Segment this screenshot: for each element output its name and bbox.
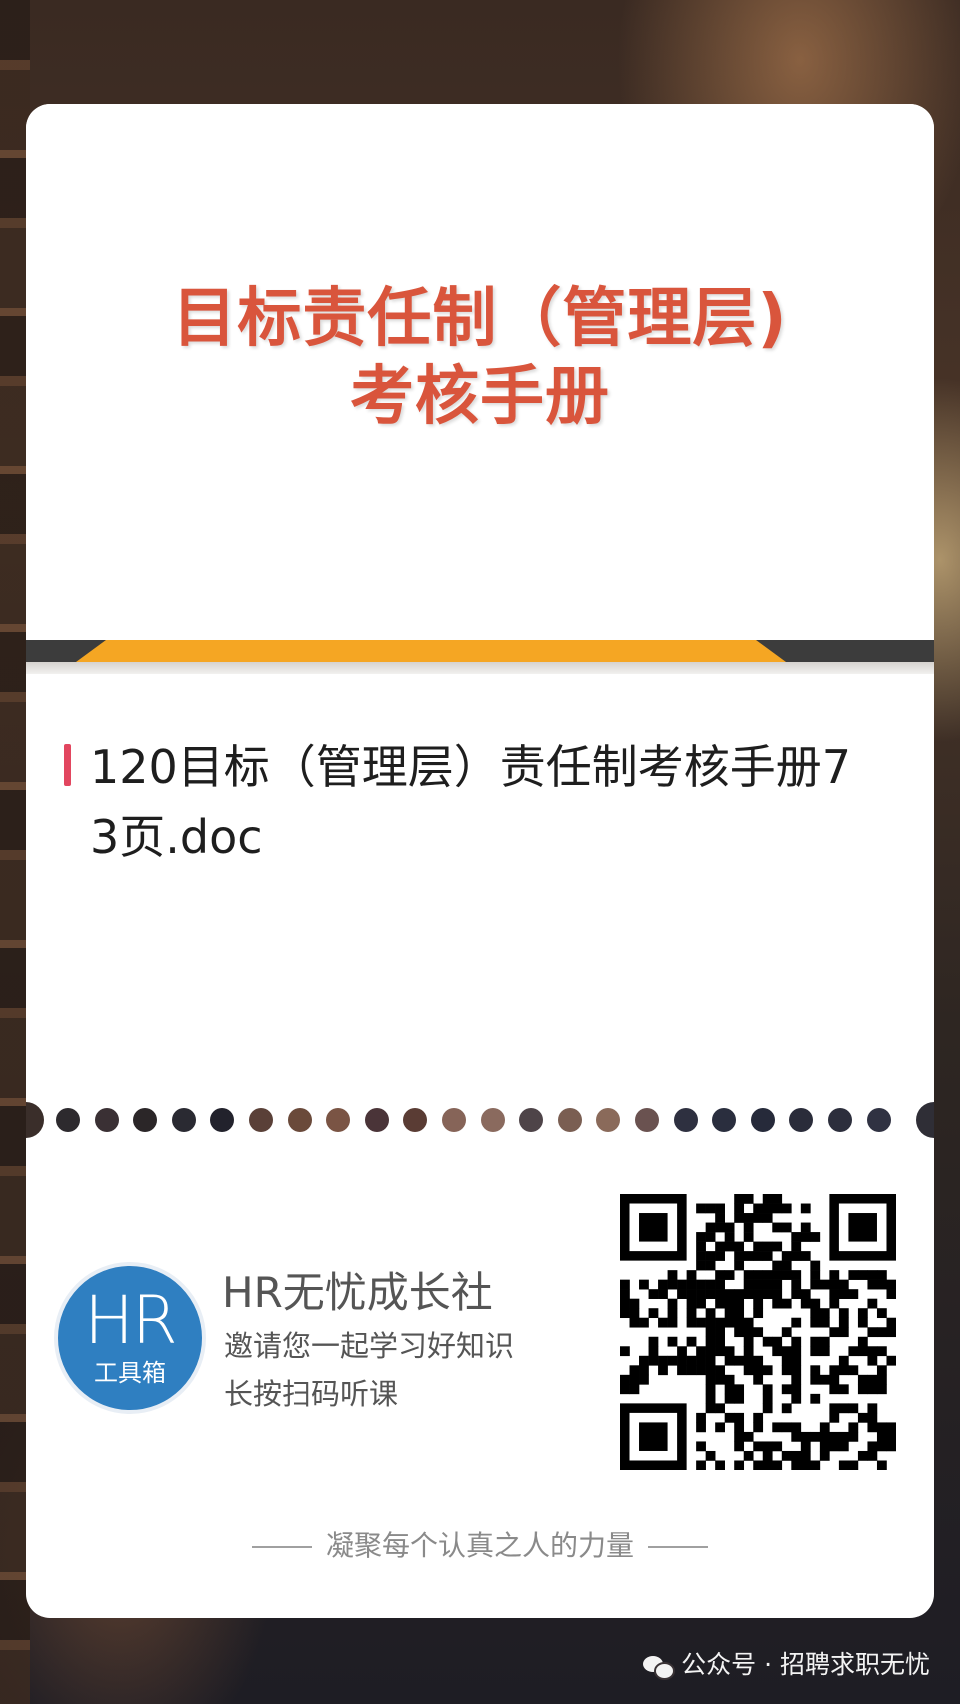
cover-title-line2: 考核手册 [350, 360, 610, 434]
perforation-dot [171, 1108, 196, 1132]
cover-stripe-shadow [26, 662, 934, 674]
document-title: 120目标（管理层）责任制考核手册73页.doc [90, 740, 852, 864]
perforation-dot [364, 1108, 389, 1132]
perforation-dot [403, 1108, 428, 1132]
slogan-text: 凝聚每个认真之人的力量 [325, 1529, 634, 1562]
brand-name: HR无忧成长社 [222, 1268, 493, 1317]
document-cover-image[interactable]: 目标责任制（管理层) 考核手册 [26, 104, 934, 674]
wechat-source-label: 公众号 · 招聘求职无忧 [643, 1648, 930, 1682]
perforation-divider [26, 1102, 934, 1138]
perforation-dot [442, 1108, 466, 1132]
perforation-dot [94, 1108, 119, 1132]
perforation-dot [326, 1108, 351, 1132]
logo-hr-text: HR [84, 1282, 178, 1359]
share-card: 目标责任制（管理层) 考核手册 120目标（管理层）责任制考核手册73页.doc… [26, 104, 934, 1618]
cover-title-line1: 目标责任制（管理层) [172, 282, 788, 356]
perforation-dot [789, 1108, 814, 1132]
perforation-dot [673, 1108, 698, 1132]
logo-sub-text: 工具箱 [94, 1359, 166, 1387]
slogan: 凝聚每个认真之人的力量 [26, 1526, 934, 1566]
perforation-dot [635, 1108, 659, 1132]
perforation-dot [596, 1108, 621, 1132]
perforation-dot [480, 1108, 505, 1132]
slogan-dash-right [648, 1546, 708, 1548]
qr-code-graphic [620, 1194, 896, 1470]
brand-invite-text: 邀请您一起学习好知识 [224, 1329, 515, 1363]
title-accent-bar [64, 744, 71, 786]
perforation-dot [712, 1108, 737, 1132]
perforation-dot [56, 1108, 80, 1132]
brand-scan-text: 长按扫码听课 [224, 1377, 399, 1411]
perforation-dot [133, 1108, 158, 1132]
perforation-dot [287, 1108, 312, 1132]
perforation-dot [750, 1108, 775, 1132]
perforation-dot [866, 1108, 891, 1132]
perforation-dot [210, 1108, 235, 1132]
wechat-icon [643, 1654, 676, 1680]
left-notch [26, 1102, 44, 1138]
perforation-dot [249, 1108, 273, 1132]
perforation-dot [519, 1108, 544, 1132]
cover-stripe-orange [76, 640, 786, 662]
qr-code[interactable] [620, 1194, 896, 1470]
right-notch [916, 1102, 934, 1138]
perforation-dot [828, 1108, 852, 1132]
perforation-dot [557, 1108, 582, 1132]
hr-toolbox-logo: HR 工具箱 [54, 1262, 206, 1414]
slogan-dash-left [251, 1546, 312, 1548]
source-text: 公众号 · 招聘求职无忧 [681, 1650, 930, 1679]
